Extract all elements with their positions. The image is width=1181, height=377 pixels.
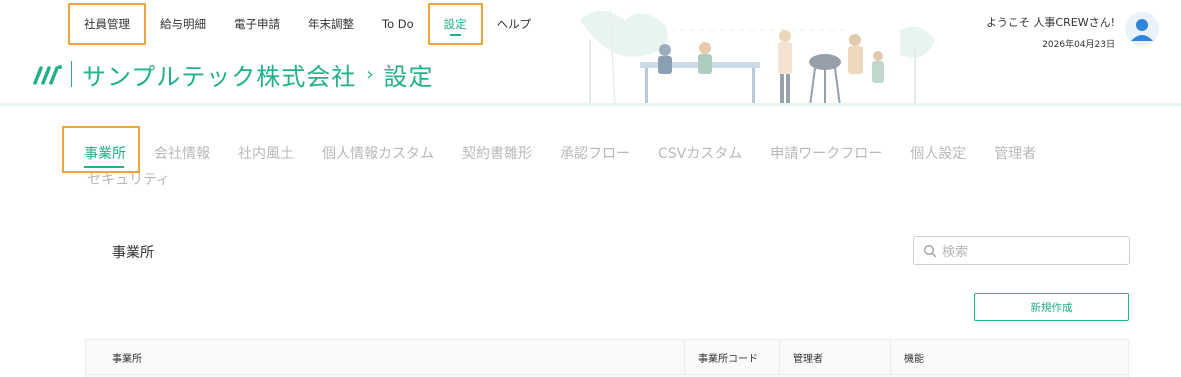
- top-navigation: 社員管理 給与明細 電子申請 年末調整 To Do 設定 ヘルプ: [68, 3, 545, 45]
- nav-label: 社員管理: [84, 17, 130, 31]
- tab-label: 承認フロー: [560, 146, 630, 162]
- tab-personal-settings[interactable]: 個人設定: [910, 126, 966, 173]
- user-avatar-icon[interactable]: [1125, 12, 1159, 46]
- tab-row-2: セキュリティ: [62, 169, 1052, 189]
- create-new-button[interactable]: 新規作成: [974, 293, 1129, 321]
- tab-csv-custom[interactable]: CSVカスタム: [658, 126, 742, 173]
- tab-label: 社内風土: [238, 146, 294, 162]
- nav-e-application[interactable]: 電子申請: [220, 3, 294, 45]
- settings-tabs: 事業所 会社情報 社内風土 個人情報カスタム 契約書雛形 承認フロー CSVカス…: [62, 126, 1052, 189]
- column-header-office-code[interactable]: 事業所コード: [698, 340, 758, 374]
- welcome-message: ようこそ 人事CREWさん!: [985, 16, 1115, 29]
- tab-administrators[interactable]: 管理者: [994, 126, 1036, 173]
- office-table: 事業所 事業所コード 管理者 機能: [85, 339, 1129, 377]
- tab-label: 個人設定: [910, 146, 967, 162]
- brand-breadcrumb: サンプルテック株式会社 › 設定: [33, 54, 433, 94]
- tab-label: 会社情報: [154, 146, 210, 162]
- header-divider: [0, 103, 1181, 106]
- nav-todo[interactable]: To Do: [368, 3, 428, 45]
- column-divider: [890, 340, 891, 374]
- tab-office[interactable]: 事業所: [62, 126, 140, 173]
- search-input[interactable]: 検索: [942, 241, 968, 260]
- header-row-divider: [86, 374, 1128, 375]
- nav-year-end-adjustment[interactable]: 年末調整: [294, 3, 368, 45]
- user-area: ようこそ 人事CREWさん! 2026年04月23日: [986, 12, 1159, 50]
- tab-label: CSVカスタム: [658, 146, 743, 162]
- brand-logo-icon: [33, 65, 62, 85]
- tab-label: 契約書雛形: [462, 146, 532, 162]
- brand-separator: [71, 61, 72, 87]
- column-header-office[interactable]: 事業所: [112, 340, 142, 374]
- nav-label: 電子申請: [234, 17, 280, 31]
- company-name[interactable]: サンプルテック株式会社: [82, 57, 356, 92]
- tab-security[interactable]: セキュリティ: [87, 169, 1024, 189]
- nav-label: 設定: [443, 17, 467, 31]
- tab-row: 事業所 会社情報 社内風土 個人情報カスタム 契約書雛形 承認フロー CSVカス…: [62, 126, 1052, 173]
- tab-label: 個人情報カスタム: [322, 146, 434, 162]
- column-divider: [779, 340, 780, 374]
- nav-label: To Do: [382, 17, 414, 31]
- active-underline: [449, 34, 461, 36]
- tab-label: 申請ワークフロー: [770, 146, 883, 162]
- tab-label: 管理者: [994, 146, 1037, 162]
- tab-approval-flow[interactable]: 承認フロー: [560, 126, 630, 173]
- section-title: 事業所: [112, 245, 154, 261]
- breadcrumb-chevron-icon: ›: [366, 63, 374, 85]
- user-text: ようこそ 人事CREWさん! 2026年04月23日: [986, 12, 1115, 50]
- column-header-manager[interactable]: 管理者: [793, 340, 823, 374]
- search-icon: [924, 244, 937, 257]
- nav-label: 年末調整: [308, 17, 354, 31]
- tab-application-workflow[interactable]: 申請ワークフロー: [770, 126, 882, 173]
- tab-corporate-culture[interactable]: 社内風土: [238, 126, 294, 173]
- party-illustration: [580, 9, 935, 106]
- nav-settings[interactable]: 設定: [427, 3, 483, 45]
- current-date: 2026年04月23日: [1042, 40, 1115, 50]
- tab-label: セキュリティ: [87, 172, 171, 188]
- active-tab-underline: [84, 166, 124, 168]
- nav-payslip[interactable]: 給与明細: [146, 3, 220, 45]
- nav-employee-management[interactable]: 社員管理: [68, 3, 146, 45]
- nav-label: 給与明細: [160, 17, 206, 31]
- search-box[interactable]: 検索: [913, 236, 1130, 265]
- column-header-functions[interactable]: 機能: [904, 340, 924, 374]
- tab-label: 事業所: [84, 146, 126, 162]
- tab-company-info[interactable]: 会社情報: [154, 126, 210, 173]
- tab-personal-info-custom[interactable]: 個人情報カスタム: [322, 126, 434, 173]
- page-title: 設定: [383, 62, 434, 91]
- nav-label: ヘルプ: [496, 17, 532, 31]
- tab-contract-templates[interactable]: 契約書雛形: [462, 126, 532, 173]
- nav-help[interactable]: ヘルプ: [483, 3, 546, 45]
- column-divider: [684, 340, 685, 374]
- header: 社員管理 給与明細 電子申請 年末調整 To Do 設定 ヘルプ ようこそ 人事…: [0, 0, 1181, 106]
